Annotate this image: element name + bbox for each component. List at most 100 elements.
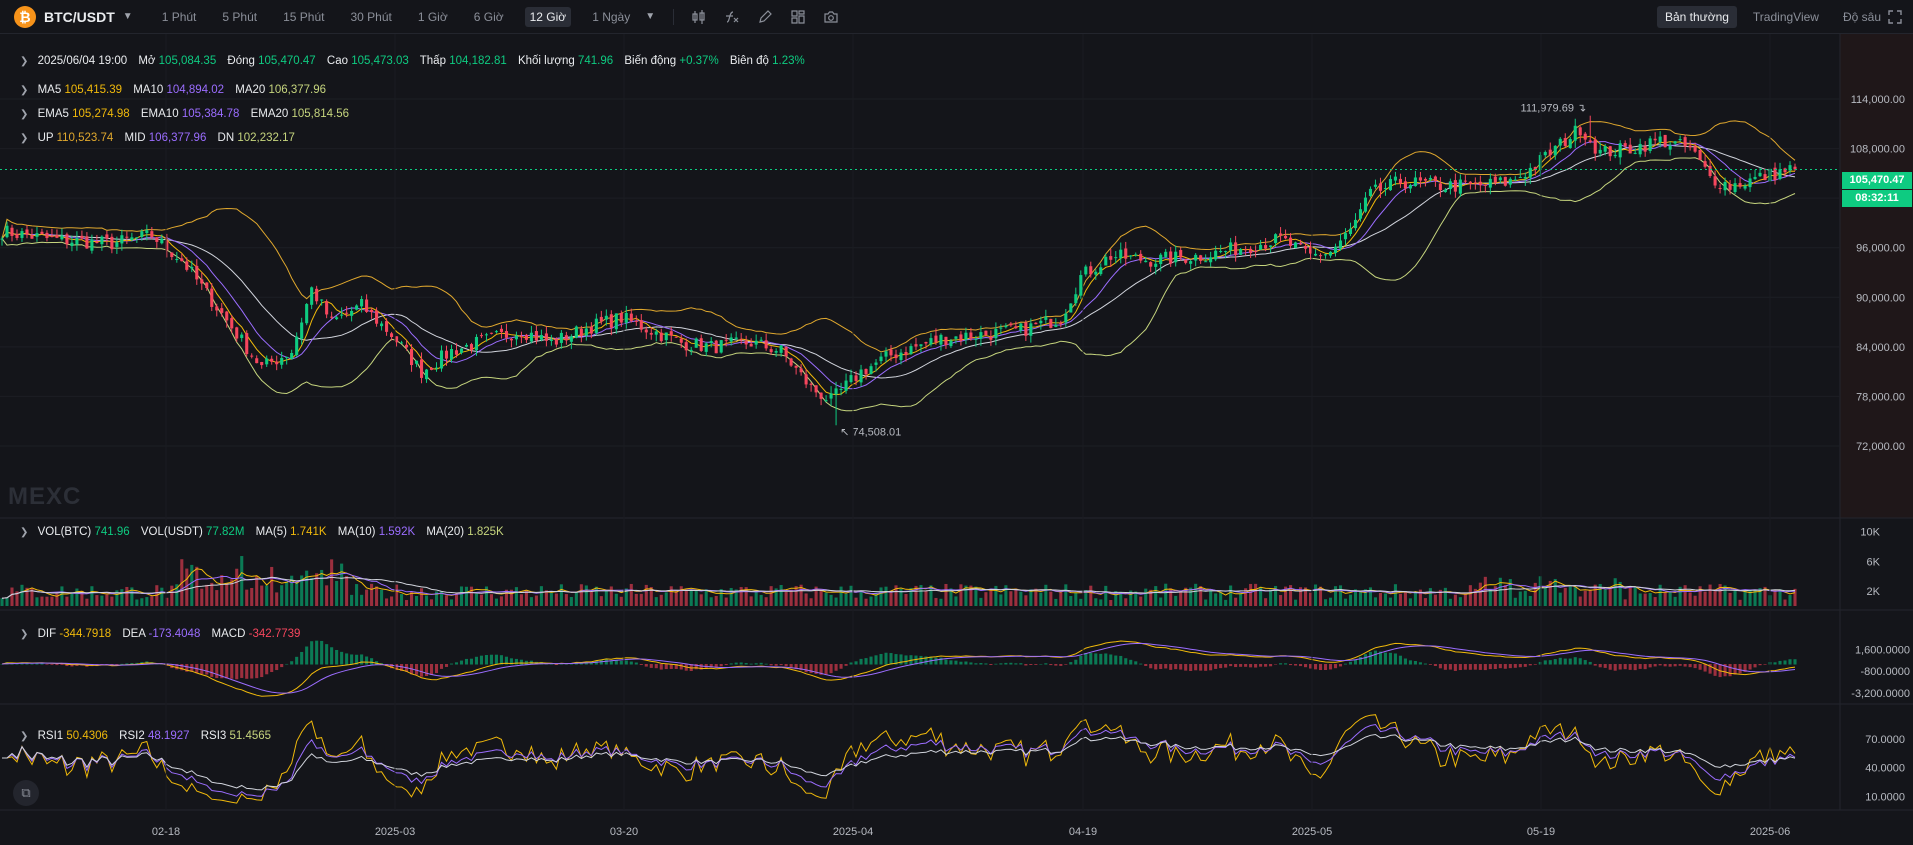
collapse-icon[interactable]: ❯	[20, 133, 28, 144]
layout-grid-icon[interactable]	[790, 9, 806, 25]
tab-depth[interactable]: Độ sâu	[1835, 6, 1889, 28]
macd-histogram-bar	[310, 641, 314, 665]
macd-histogram-bar	[624, 660, 628, 665]
macd-histogram-bar	[1338, 664, 1343, 667]
interval-5m[interactable]: 5 Phút	[217, 7, 262, 27]
drawing-tools-toggle-icon[interactable]: ⧉	[13, 780, 39, 806]
candle-body	[1004, 325, 1008, 328]
candle-body	[1778, 169, 1782, 179]
macd-histogram-bar	[464, 658, 469, 665]
interval-dropdown-icon[interactable]: ▼	[645, 11, 655, 22]
volume-bar	[1333, 586, 1338, 606]
ma20-label: MA20	[235, 84, 266, 96]
chart-canvas[interactable]: 114,000.00108,000.00102,000.0096,000.009…	[0, 34, 1913, 845]
indicator-icon[interactable]	[724, 9, 740, 25]
rsi-legend: ❯ RSI1 50.4306 RSI2 48.1927 RSI3 51.4565	[20, 730, 279, 742]
macd-histogram-bar	[1009, 662, 1013, 665]
volume-bar	[939, 598, 943, 606]
candle-body	[1393, 176, 1397, 181]
collapse-icon[interactable]: ❯	[20, 731, 28, 742]
macd-histogram-bar	[1583, 660, 1587, 665]
candle-body	[145, 230, 149, 234]
price-tick-label: 114,000.00	[1851, 94, 1905, 106]
candle-body	[1588, 140, 1592, 142]
candle-body	[5, 225, 9, 238]
candle-body	[195, 265, 199, 280]
macd-histogram-bar	[429, 664, 434, 675]
volume-bar	[634, 593, 638, 606]
price-tick-label: 96,000.00	[1856, 243, 1905, 255]
fullscreen-icon[interactable]	[1887, 9, 1903, 25]
candle-body	[914, 344, 918, 347]
macd-histogram-bar	[1773, 662, 1777, 665]
volume-bar	[1079, 598, 1083, 606]
macd-histogram-bar	[749, 663, 753, 665]
macd-histogram-bar	[414, 664, 419, 675]
candle-body	[544, 333, 548, 341]
macd-histogram-bar	[1169, 664, 1173, 670]
interval-1h[interactable]: 1 Giờ	[413, 7, 453, 27]
volume-bar	[1513, 597, 1517, 606]
candle-body	[924, 341, 928, 344]
collapse-icon[interactable]: ❯	[20, 527, 28, 538]
volume-bar	[1628, 586, 1632, 606]
ema10-label: EMA10	[140, 108, 179, 120]
macd-histogram-bar	[1433, 664, 1437, 667]
candle-body	[1259, 244, 1263, 250]
volume-bar	[305, 570, 309, 606]
interval-6h[interactable]: 6 Giờ	[469, 7, 509, 27]
candle-body	[594, 318, 598, 333]
candle-type-icon[interactable]	[691, 9, 707, 25]
candle-body	[414, 360, 419, 364]
candle-body	[200, 279, 204, 284]
rsi3-label: RSI3	[200, 730, 227, 742]
volume-bar	[70, 593, 74, 606]
candle-body	[1054, 324, 1058, 327]
candle-body	[539, 335, 543, 340]
camera-icon[interactable]	[823, 9, 839, 25]
macd-histogram-bar	[1149, 664, 1153, 669]
volume-bar	[1234, 597, 1238, 606]
volume-bar	[10, 587, 14, 606]
volume-bar	[584, 585, 588, 606]
macd-histogram-bar	[999, 663, 1003, 665]
bitcoin-icon: ₿	[14, 5, 36, 28]
macd-histogram-bar	[639, 664, 643, 665]
collapse-icon[interactable]: ❯	[20, 109, 28, 120]
candle-body	[1688, 145, 1692, 148]
volume-bar	[1348, 594, 1353, 606]
interval-15m[interactable]: 15 Phút	[278, 7, 329, 27]
interval-1d[interactable]: 1 Ngày	[587, 7, 635, 27]
boll-dn-value: 102,232.17	[237, 132, 295, 144]
collapse-icon[interactable]: ❯	[20, 85, 28, 96]
interval-12h[interactable]: 12 Giờ	[524, 6, 572, 27]
macd-histogram-bar	[1438, 664, 1442, 669]
macd-histogram-bar	[469, 658, 474, 665]
candle-body	[1174, 251, 1178, 263]
symbol-dropdown-icon[interactable]: ▼	[123, 11, 133, 22]
volume-bar	[340, 563, 344, 606]
draw-pencil-icon[interactable]	[757, 9, 773, 25]
candle-body	[270, 358, 274, 362]
candle-body	[669, 331, 673, 336]
candle-body	[639, 320, 643, 330]
ema20-value: 105,814.56	[291, 108, 350, 120]
tab-basic[interactable]: Bản thường	[1656, 6, 1737, 28]
interval-1m[interactable]: 1 Phút	[157, 7, 202, 27]
candle-body	[1413, 177, 1417, 187]
collapse-icon[interactable]: ❯	[20, 629, 28, 640]
macd-histogram-bar	[1793, 659, 1797, 665]
collapse-icon[interactable]: ❯	[20, 56, 28, 67]
candle-body	[1408, 184, 1412, 189]
candle-body	[1753, 176, 1757, 180]
macd-histogram-bar	[1488, 664, 1492, 670]
candle-body	[1044, 316, 1048, 320]
candle-body	[100, 236, 104, 245]
tab-tradingview[interactable]: TradingView	[1745, 6, 1827, 28]
interval-30m[interactable]: 30 Phút	[345, 7, 396, 27]
macd-histogram-bar	[1533, 664, 1537, 665]
candle-body	[889, 349, 893, 356]
volume-bar	[414, 595, 419, 606]
macd-histogram-bar	[290, 661, 294, 665]
symbol-name[interactable]: BTC/USDT	[44, 9, 115, 25]
